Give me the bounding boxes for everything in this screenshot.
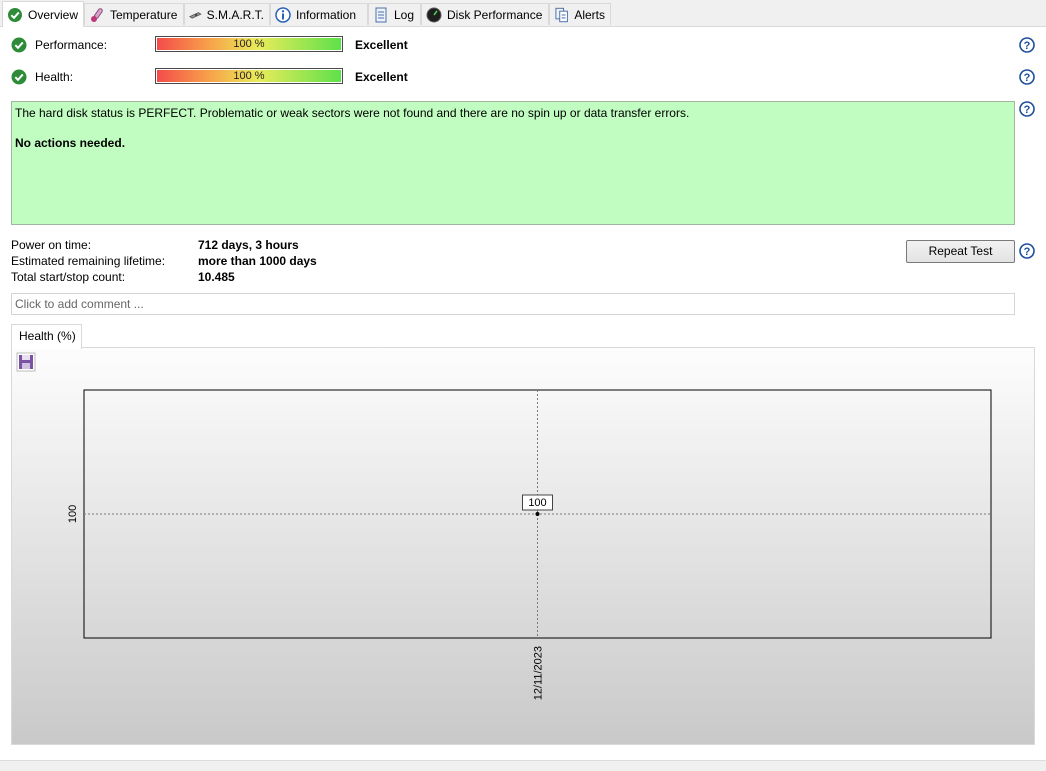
data-point [535,512,540,516]
health-chart: 100 12/11/2023 100 [67,389,992,700]
tab-health-chart[interactable]: Health (%) [11,324,82,349]
data-label: 100 [528,497,546,509]
x-tick-label: 12/11/2023 [533,646,545,700]
y-tick-label: 100 [67,505,79,523]
check-circle-icon [7,7,22,22]
tab-overview[interactable]: Overview [2,1,84,27]
tab-label: Overview [27,7,78,22]
status-bar [0,760,1046,771]
